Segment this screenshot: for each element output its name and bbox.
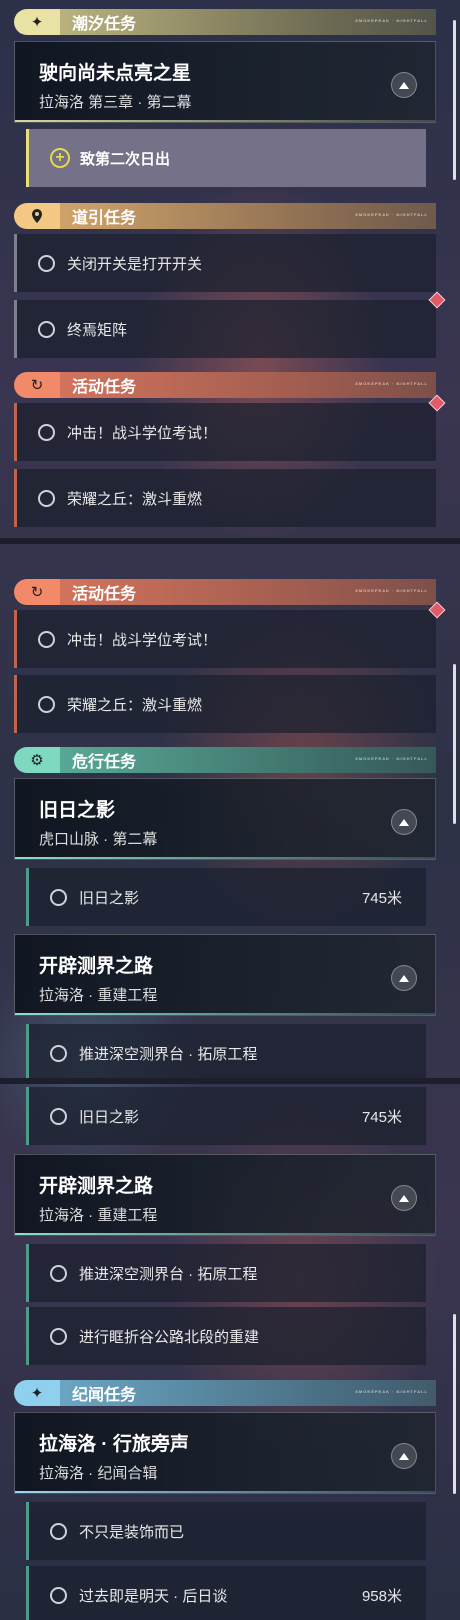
list-item[interactable]: 关闭开关是打开开关 [14, 234, 436, 292]
map-pin-icon [14, 203, 60, 229]
objective-label: 荣耀之丘：激斗重燃 [67, 490, 203, 508]
quest-card[interactable]: 开辟测界之路 拉海洛 · 重建工程 [14, 1154, 436, 1236]
quest-subtitle: 拉海洛 · 重建工程 [39, 1207, 158, 1224]
circle-icon [38, 254, 55, 272]
section-title: 危行任务 [72, 754, 137, 771]
circle-icon [38, 695, 55, 713]
objective-label: 不只是装饰而已 [79, 1523, 185, 1541]
list-item[interactable]: 荣耀之丘：激斗重燃 [14, 469, 436, 527]
section-title: 活动任务 [72, 379, 137, 396]
chevron-up-icon[interactable] [391, 1443, 417, 1469]
divider [15, 857, 435, 859]
list-item[interactable]: 推进深空测界台 · 拓原工程 [26, 1244, 426, 1302]
gear-icon: ⚙ [14, 747, 60, 773]
circle-icon [50, 1264, 67, 1282]
objective-label: 进行眶折谷公路北段的重建 [79, 1328, 260, 1346]
divider [15, 120, 435, 122]
circle-icon [50, 1327, 67, 1345]
quest-subtitle: 拉海洛 第三章 · 第二幕 [39, 94, 192, 111]
chevron-up-icon[interactable] [391, 809, 417, 835]
objective-label: 冲击！战斗学位考试！ [67, 424, 218, 442]
list-item[interactable]: 荣耀之丘：激斗重燃 [14, 675, 436, 733]
divider [0, 538, 460, 544]
divider [15, 1491, 435, 1493]
refresh-icon: ↻ [14, 372, 60, 398]
section-header-guide[interactable]: 道引任务 SMOKEPEAK · NIGHTFALL [14, 203, 436, 229]
quest-subtitle: 拉海洛 · 纪闻合辑 [39, 1465, 158, 1482]
quest-subtitle: 拉海洛 · 重建工程 [39, 987, 158, 1004]
quest-title: 旧日之影 [39, 800, 116, 821]
quest-panel-3: 旧日之影 745米 开辟测界之路 拉海洛 · 重建工程 推进深空测界台 · 拓原… [0, 1084, 460, 1620]
circle-icon [38, 489, 55, 507]
new-marker-icon [428, 291, 446, 309]
scrollbar[interactable] [453, 1314, 456, 1494]
section-title: 活动任务 [72, 586, 137, 603]
chevron-up-icon[interactable] [391, 72, 417, 98]
objective-label: 过去即是明天 · 后日谈 [79, 1587, 228, 1605]
distance-label: 745米 [361, 1108, 402, 1126]
quest-title: 开辟测界之路 [39, 956, 154, 977]
objective-label: 荣耀之丘：激斗重燃 [67, 696, 203, 714]
quest-card[interactable]: 驶向尚未点亮之星 拉海洛 第三章 · 第二幕 [14, 41, 436, 123]
section-title: 道引任务 [72, 210, 137, 227]
list-item[interactable]: 推进深空测界台 · 拓原工程 [26, 1024, 426, 1078]
distance-label: 745米 [361, 889, 402, 907]
circle-icon [50, 1107, 67, 1125]
list-item[interactable]: 终焉矩阵 [14, 291, 446, 358]
sparkle-icon: ✦ [14, 1380, 60, 1406]
section-header-danger[interactable]: ⚙ 危行任务 SMOKEPEAK · NIGHTFALL [14, 747, 436, 773]
objective-label: 关闭开关是打开开关 [67, 255, 203, 273]
divider [0, 1078, 460, 1084]
objective-label: 旧日之影 [79, 889, 140, 907]
quest-title: 开辟测界之路 [39, 1176, 154, 1197]
quest-panel-2: ↻ 活动任务 SMOKEPEAK · NIGHTFALL 冲击！战斗学位考试！ 荣… [0, 544, 460, 1078]
objective-label: 致第二次日出 [80, 150, 171, 168]
circle-icon [38, 423, 55, 441]
list-item[interactable]: 不只是装饰而已 [26, 1502, 426, 1560]
objective-label: 终焉矩阵 [67, 321, 128, 339]
circle-icon [50, 1586, 67, 1604]
objective-label: 冲击！战斗学位考试！ [67, 631, 218, 649]
circle-icon [38, 320, 55, 338]
refresh-icon: ↻ [14, 579, 60, 605]
scrollbar[interactable] [453, 664, 456, 824]
section-title: 潮汐任务 [72, 16, 137, 33]
quest-panel-1: ✦ 潮汐任务 SMOKEPEAK · NIGHTFALL 驶向尚未点亮之星 拉海洛… [0, 0, 460, 528]
tracked-objective[interactable]: + 致第二次日出 [26, 129, 426, 187]
objective-label: 推进深空测界台 · 拓原工程 [79, 1045, 258, 1063]
quest-card[interactable]: 拉海洛 · 行旅旁声 拉海洛 · 纪闻合辑 [14, 1412, 436, 1494]
objective-label: 推进深空测界台 · 拓原工程 [79, 1265, 258, 1283]
quest-subtitle: 虎口山脉 · 第二幕 [39, 831, 158, 848]
plus-icon: + [50, 148, 70, 168]
chevron-up-icon[interactable] [391, 1185, 417, 1211]
quest-card[interactable]: 旧日之影 虎口山脉 · 第二幕 [14, 778, 436, 860]
chevron-up-icon[interactable] [391, 965, 417, 991]
list-item[interactable]: 旧日之影 745米 [26, 1087, 426, 1145]
section-header-event[interactable]: ↻ 活动任务 SMOKEPEAK · NIGHTFALL [14, 579, 436, 605]
quest-card[interactable]: 开辟测界之路 拉海洛 · 重建工程 [14, 934, 436, 1016]
divider [15, 1233, 435, 1235]
sparkle-icon: ✦ [14, 9, 60, 35]
list-item[interactable]: 冲击！战斗学位考试！ [14, 601, 446, 668]
circle-icon [50, 888, 67, 906]
divider [15, 1013, 435, 1015]
list-item[interactable]: 过去即是明天 · 后日谈 958米 [26, 1566, 426, 1620]
circle-icon [50, 1044, 67, 1062]
circle-icon [38, 630, 55, 648]
section-title: 纪闻任务 [72, 1387, 137, 1404]
quest-title: 驶向尚未点亮之星 [39, 63, 192, 84]
quest-title: 拉海洛 · 行旅旁声 [39, 1434, 189, 1455]
section-header-tide[interactable]: ✦ 潮汐任务 SMOKEPEAK · NIGHTFALL [14, 9, 436, 35]
list-item[interactable]: 冲击！战斗学位考试！ [14, 394, 446, 461]
objective-label: 旧日之影 [79, 1108, 140, 1126]
scrollbar[interactable] [453, 20, 456, 180]
section-header-lore[interactable]: ✦ 纪闻任务 SMOKEPEAK · NIGHTFALL [14, 1380, 436, 1406]
list-item[interactable]: 进行眶折谷公路北段的重建 [26, 1307, 426, 1365]
circle-icon [50, 1522, 67, 1540]
section-header-event[interactable]: ↻ 活动任务 SMOKEPEAK · NIGHTFALL [14, 372, 436, 398]
distance-label: 958米 [361, 1587, 402, 1605]
list-item[interactable]: 旧日之影 745米 [26, 868, 426, 926]
